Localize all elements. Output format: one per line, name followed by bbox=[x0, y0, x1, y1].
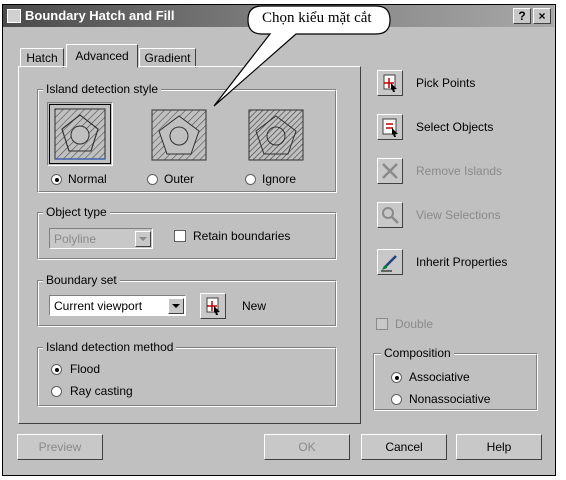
inherit-properties-label: Inherit Properties bbox=[416, 255, 508, 269]
radio-associative[interactable] bbox=[391, 372, 402, 383]
close-button[interactable]: × bbox=[533, 8, 551, 24]
island-detection-method-group bbox=[37, 347, 337, 407]
callout-text: Chọn kiểu mặt cắt bbox=[262, 10, 372, 26]
chevron-down-icon bbox=[168, 298, 184, 314]
view-selections-label: View Selections bbox=[416, 208, 501, 222]
chevron-down-icon bbox=[135, 231, 151, 247]
window-title: Boundary Hatch and Fill bbox=[25, 8, 175, 23]
tab-hatch[interactable]: Hatch bbox=[20, 48, 64, 68]
normal-hatch-icon bbox=[54, 108, 106, 160]
retain-boundaries-label: Retain boundaries bbox=[193, 229, 291, 243]
double-label: Double bbox=[395, 317, 434, 331]
select-objects-label: Select Objects bbox=[416, 120, 494, 134]
help-button[interactable]: Help bbox=[456, 434, 542, 460]
ignore-style-preview[interactable] bbox=[244, 106, 308, 164]
help-title-button[interactable]: ? bbox=[513, 8, 531, 24]
boundary-set-select-value: Current viewport bbox=[54, 299, 143, 313]
view-selections-icon bbox=[382, 207, 399, 224]
cancel-button[interactable]: Cancel bbox=[361, 434, 447, 460]
inherit-properties-icon bbox=[381, 255, 397, 272]
view-selections-button[interactable] bbox=[377, 202, 403, 228]
pick-cursor-icon bbox=[206, 297, 220, 315]
normal-style-preview[interactable] bbox=[47, 102, 113, 166]
island-detection-method-legend: Island detection method bbox=[43, 340, 177, 354]
new-boundary-set-button[interactable] bbox=[200, 293, 226, 319]
radio-normal[interactable] bbox=[51, 174, 62, 185]
boundary-set-select[interactable]: Current viewport bbox=[49, 295, 186, 316]
pick-points-label: Pick Points bbox=[416, 76, 476, 90]
island-detection-style-legend: Island detection style bbox=[43, 82, 162, 96]
boundary-set-legend: Boundary set bbox=[43, 273, 120, 287]
radio-ignore-label: Ignore bbox=[262, 172, 297, 186]
outer-hatch-icon bbox=[151, 109, 207, 161]
remove-islands-icon bbox=[382, 163, 398, 179]
radio-nonassociative[interactable] bbox=[391, 394, 402, 405]
radio-flood[interactable] bbox=[51, 364, 62, 375]
select-objects-icon bbox=[382, 118, 398, 137]
object-type-legend: Object type bbox=[43, 205, 110, 219]
new-boundary-set-label: New bbox=[242, 299, 267, 313]
preview-button[interactable]: Preview bbox=[17, 434, 103, 460]
composition-legend: Composition bbox=[381, 346, 454, 360]
remove-islands-label: Remove Islands bbox=[416, 164, 503, 178]
ignore-hatch-icon bbox=[248, 109, 304, 161]
double-checkbox[interactable] bbox=[376, 318, 388, 330]
radio-ignore[interactable] bbox=[245, 174, 256, 185]
radio-associative-label: Associative bbox=[409, 370, 470, 384]
active-tab-joint bbox=[67, 64, 137, 68]
tab-gradient[interactable]: Gradient bbox=[139, 48, 196, 68]
remove-islands-button[interactable] bbox=[377, 158, 403, 184]
ok-button[interactable]: OK bbox=[264, 434, 350, 460]
outer-style-preview[interactable] bbox=[147, 106, 211, 164]
retain-boundaries-checkbox[interactable] bbox=[174, 230, 186, 242]
radio-outer[interactable] bbox=[147, 174, 158, 185]
radio-ray-casting-label: Ray casting bbox=[70, 384, 133, 398]
object-type-select-value: Polyline bbox=[54, 232, 97, 246]
inherit-properties-button[interactable] bbox=[377, 249, 403, 275]
object-type-select[interactable]: Polyline bbox=[49, 228, 153, 249]
select-objects-button[interactable] bbox=[377, 114, 403, 140]
radio-normal-label: Normal bbox=[68, 172, 107, 186]
radio-flood-label: Flood bbox=[70, 362, 101, 376]
radio-nonassociative-label: Nonassociative bbox=[409, 392, 491, 406]
radio-outer-label: Outer bbox=[164, 172, 195, 186]
app-icon bbox=[7, 9, 21, 23]
radio-ray-casting[interactable] bbox=[51, 386, 62, 397]
